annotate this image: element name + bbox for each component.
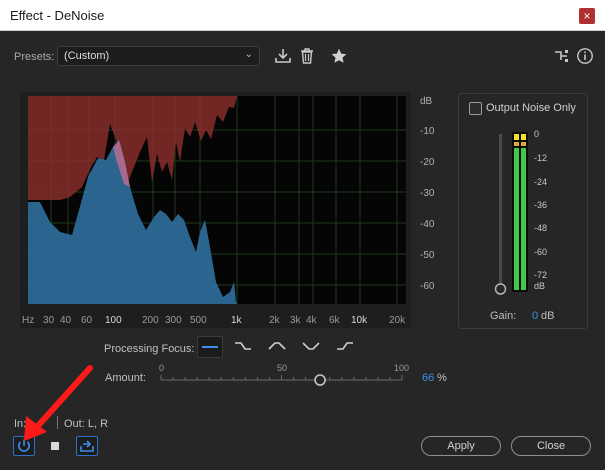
apply-button[interactable]: Apply	[421, 436, 501, 456]
download-preset-icon[interactable]	[274, 47, 292, 65]
freq-tick-30: 30	[43, 315, 55, 326]
freq-tick-40: 40	[60, 315, 72, 326]
freq-tick-2k: 2k	[269, 315, 281, 326]
freq-tick-10k: 10k	[351, 315, 368, 326]
freq-tick-1k: 1k	[231, 315, 243, 326]
focus-mid-icon	[268, 342, 286, 350]
freq-tick-100: 100	[105, 315, 122, 326]
power-icon	[18, 439, 30, 452]
meter-tick-0: 0	[534, 129, 539, 139]
freq-tick-500: 500	[190, 315, 207, 326]
freq-tick-60: 60	[81, 315, 93, 326]
title-bar: Effect - DeNoise ×	[0, 0, 605, 31]
output-noise-only-label[interactable]: Output Noise Only	[486, 102, 576, 114]
freq-tick-300: 300	[165, 315, 182, 326]
presets-dropdown[interactable]: (Custom) ⌄	[57, 46, 260, 66]
amount-value[interactable]: 66	[422, 372, 434, 384]
freq-tick-200: 200	[142, 315, 159, 326]
stop-icon	[51, 442, 59, 450]
trash-icon[interactable]	[298, 47, 316, 65]
gain-label: Gain:	[490, 310, 517, 322]
output-channels-label: Out: L, R	[64, 418, 109, 430]
amount-unit: %	[437, 372, 447, 384]
meter-tick-72: -72	[534, 270, 547, 280]
focus-low-button[interactable]	[231, 336, 257, 358]
freq-tick-3k: 3k	[290, 315, 302, 326]
routing-icon[interactable]	[552, 47, 570, 65]
close-button[interactable]: Close	[511, 436, 591, 456]
stop-button[interactable]	[44, 436, 66, 456]
window-close-button[interactable]: ×	[579, 8, 595, 24]
meter-tick-36: -36	[534, 200, 547, 210]
db-tick-unit: dB	[420, 96, 433, 107]
chevron-down-icon: ⌄	[244, 49, 253, 60]
db-tick-50: -50	[420, 250, 435, 261]
gain-value[interactable]: 0	[532, 310, 538, 322]
freq-tick-hz: Hz	[22, 315, 34, 326]
output-noise-only-checkbox[interactable]	[469, 102, 482, 115]
meter-tick-12: -12	[534, 153, 547, 163]
freq-tick-4k: 4k	[306, 315, 318, 326]
meter-tick-60: -60	[534, 247, 547, 257]
info-icon[interactable]	[576, 47, 594, 65]
meter-tick-db: dB	[534, 281, 545, 291]
input-channels-label: In:	[14, 418, 27, 430]
db-tick-10: -10	[420, 126, 435, 137]
effect-power-button[interactable]	[13, 436, 35, 456]
focus-all-icon	[202, 346, 218, 348]
db-tick-60: -60	[420, 281, 435, 292]
loop-play-button[interactable]	[76, 436, 98, 456]
freq-tick-20k: 20k	[389, 315, 406, 326]
focus-cut-mid-button[interactable]	[299, 336, 325, 358]
meter-tick-48: -48	[534, 223, 547, 233]
processing-focus-label: Processing Focus:	[104, 343, 195, 355]
window-title: Effect - DeNoise	[10, 8, 105, 23]
star-icon[interactable]	[330, 47, 348, 65]
focus-high-icon	[337, 342, 353, 350]
gain-fader-track[interactable]	[499, 134, 502, 286]
presets-value: (Custom)	[64, 50, 110, 62]
focus-mid-button[interactable]	[265, 336, 291, 358]
presets-label: Presets:	[14, 51, 55, 63]
spectrum-graph[interactable]: Hz 30 40 60 100 200 300 500 1k 2k 3k 4k …	[20, 92, 411, 328]
gain-unit: dB	[541, 310, 555, 322]
freq-tick-6k: 6k	[329, 315, 341, 326]
output-meter: 0 -12 -24 -36 -48 -60 -72 dB	[494, 129, 547, 295]
output-panel: Output Noise Only 0 -12 -24 -36 -48 -60 …	[458, 93, 588, 329]
db-axis: dB -10 -20 -30 -40 -50 -60	[420, 96, 435, 292]
amount-slider-handle[interactable]	[314, 374, 326, 386]
io-divider	[57, 416, 58, 429]
focus-low-icon	[235, 342, 251, 350]
gain-fader-handle[interactable]	[494, 283, 507, 295]
focus-all-button[interactable]	[197, 336, 223, 358]
db-tick-30: -30	[420, 188, 435, 199]
amount-tick-50: 50	[277, 363, 287, 373]
focus-high-button[interactable]	[333, 336, 359, 358]
meter-tick-24: -24	[534, 177, 547, 187]
focus-cut-mid-icon	[302, 342, 320, 350]
db-tick-40: -40	[420, 219, 435, 230]
amount-slider[interactable]: 0 50 100	[150, 361, 416, 391]
amount-tick-100: 100	[394, 363, 409, 373]
db-tick-20: -20	[420, 157, 435, 168]
amount-tick-0: 0	[159, 363, 164, 373]
loop-play-icon	[80, 440, 94, 452]
amount-label: Amount:	[105, 372, 146, 384]
